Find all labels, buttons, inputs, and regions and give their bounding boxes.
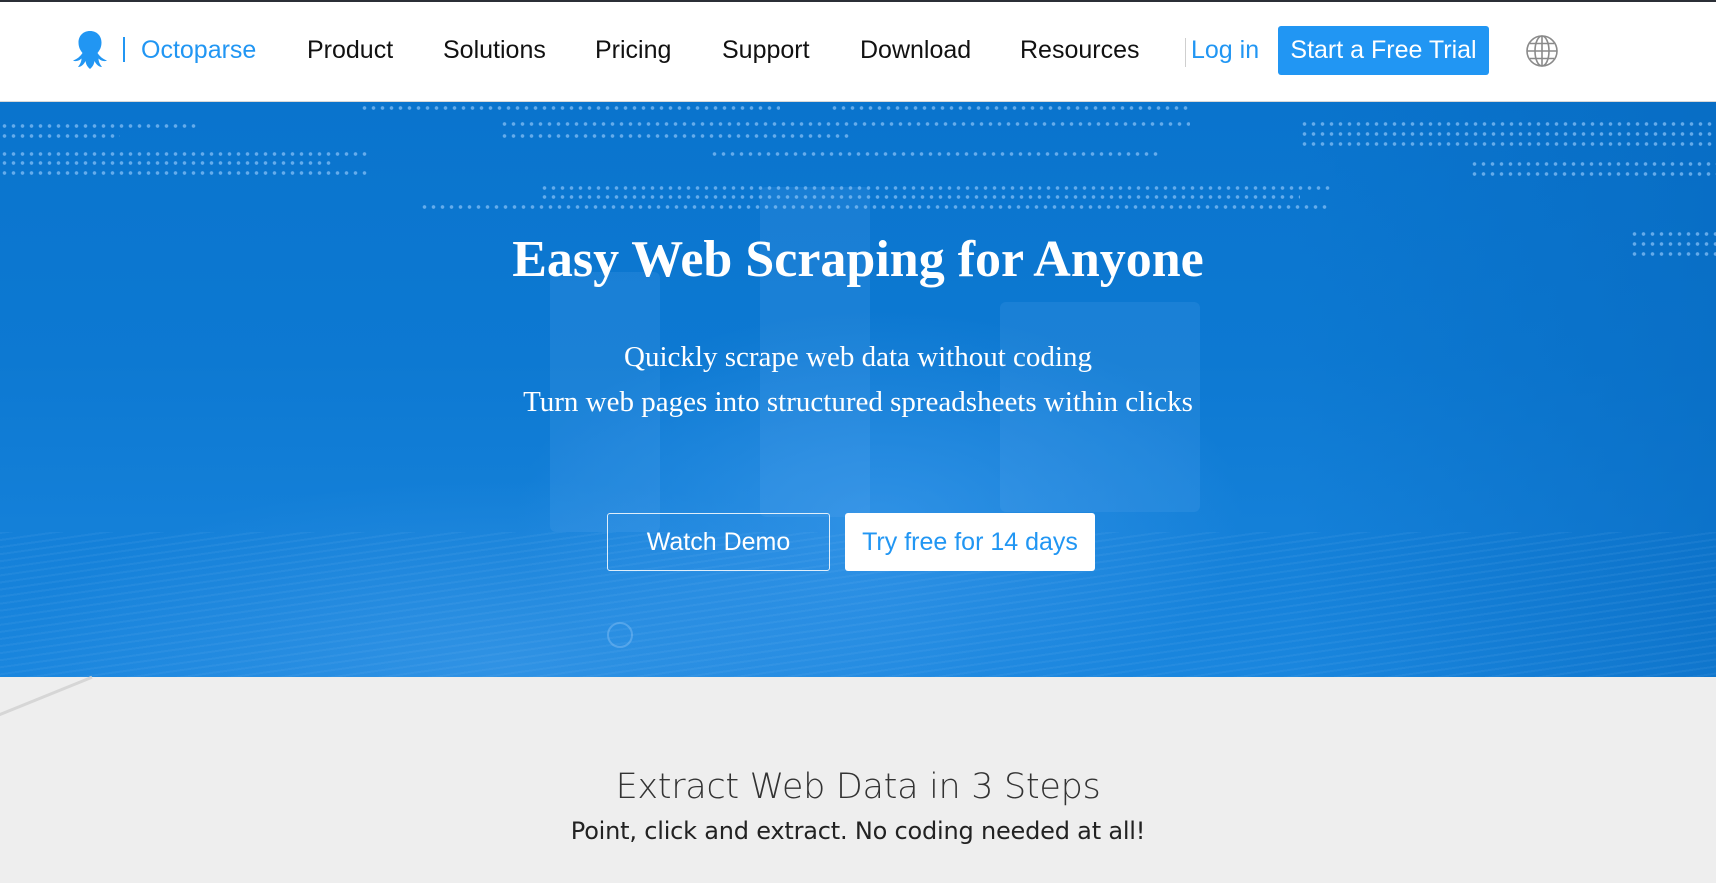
background-dot-pattern (710, 152, 1160, 156)
decorative-line (0, 675, 93, 720)
background-dot-pattern (830, 106, 1190, 110)
nav-separator (1185, 38, 1186, 67)
nav-item-product[interactable]: Product (307, 35, 393, 65)
hero-banner: Easy Web Scraping for Anyone Quickly scr… (0, 101, 1716, 677)
login-link[interactable]: Log in (1191, 35, 1259, 65)
background-dot-pattern (0, 152, 370, 156)
nav-item-solutions[interactable]: Solutions (443, 35, 546, 65)
background-dot-pattern (500, 122, 1190, 126)
background-dot-pattern (1470, 172, 1716, 176)
background-dot-pattern (1470, 162, 1716, 166)
background-dot-pattern (540, 186, 1330, 190)
steps-section: Extract Web Data in 3 Steps Point, click… (0, 675, 1716, 883)
background-dot-pattern (500, 134, 850, 138)
background-dot-pattern (1300, 142, 1716, 146)
nav-item-resources[interactable]: Resources (1020, 35, 1140, 65)
background-dot-pattern (540, 195, 1300, 199)
nav-item-support[interactable]: Support (722, 35, 810, 65)
background-power-glyph (607, 622, 633, 648)
background-dot-pattern (0, 124, 200, 128)
steps-title: Extract Web Data in 3 Steps (615, 767, 1101, 807)
steps-subtitle: Point, click and extract. No coding need… (570, 817, 1146, 845)
background-dot-pattern (0, 161, 335, 165)
nav-item-download[interactable]: Download (860, 35, 971, 65)
background-dot-pattern (1300, 122, 1716, 126)
background-dot-pattern (420, 205, 1330, 209)
background-dot-pattern (360, 106, 780, 110)
background-dot-pattern (0, 134, 120, 138)
globe-icon[interactable] (1525, 34, 1559, 68)
hero-subtitle-line-2: Turn web pages into structured spreadshe… (523, 386, 1193, 418)
top-navigation: Octoparse Product Solutions Pricing Supp… (0, 2, 1716, 101)
logo-divider (123, 37, 125, 62)
octopus-logo-icon[interactable] (70, 30, 110, 70)
hero-title: Easy Web Scraping for Anyone (512, 231, 1204, 288)
nav-item-pricing[interactable]: Pricing (595, 35, 671, 65)
watch-demo-button[interactable]: Watch Demo (607, 513, 830, 571)
hero-subtitle-line-1: Quickly scrape web data without coding (624, 341, 1092, 373)
background-dot-pattern (1300, 132, 1716, 136)
try-free-button[interactable]: Try free for 14 days (845, 513, 1095, 571)
brand-name-link[interactable]: Octoparse (141, 35, 256, 65)
start-free-trial-button[interactable]: Start a Free Trial (1278, 26, 1489, 75)
background-dot-pattern (0, 171, 370, 175)
